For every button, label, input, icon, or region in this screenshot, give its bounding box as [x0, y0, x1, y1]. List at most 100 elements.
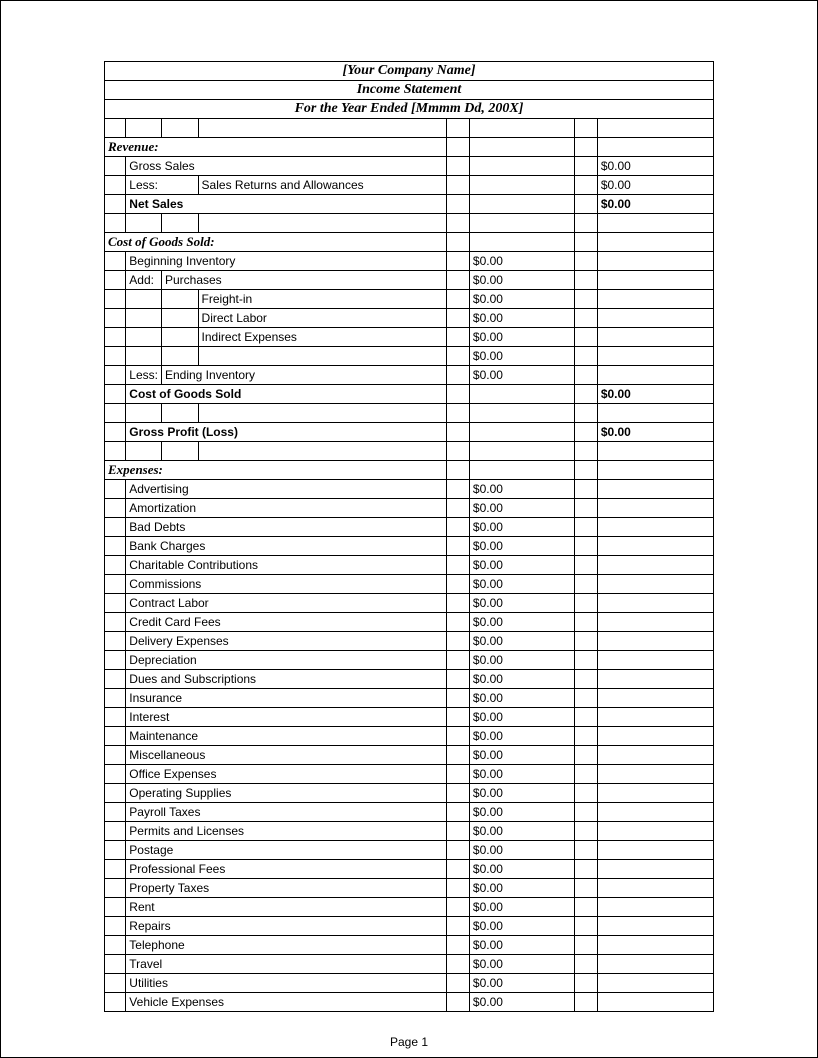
- cogs-total-row: Cost of Goods Sold $0.00: [105, 385, 714, 404]
- expense-label: Payroll Taxes: [126, 803, 446, 822]
- expense-label: Vehicle Expenses: [126, 993, 446, 1012]
- expense-row: Office Expenses$0.00: [105, 765, 714, 784]
- expense-label: Bank Charges: [126, 537, 446, 556]
- expense-label: Telephone: [126, 936, 446, 955]
- spacer-row: [105, 442, 714, 461]
- page: [Your Company Name] Income Statement For…: [0, 0, 818, 1058]
- expense-label: Repairs: [126, 917, 446, 936]
- expense-row: Utilities$0.00: [105, 974, 714, 993]
- expense-value: $0.00: [469, 860, 574, 879]
- cogs-total-label: Cost of Goods Sold: [126, 385, 446, 404]
- expense-label: Miscellaneous: [126, 746, 446, 765]
- expense-row: Operating Supplies $0.00: [105, 784, 714, 803]
- spacer-row: [105, 214, 714, 233]
- expense-row: Repairs $0.00: [105, 917, 714, 936]
- expense-label: Operating Supplies: [126, 784, 446, 803]
- expense-value: $0.00: [469, 556, 574, 575]
- expense-label: Maintenance: [126, 727, 446, 746]
- cogs-total-value: $0.00: [597, 385, 713, 404]
- expense-row: Insurance$0.00: [105, 689, 714, 708]
- expense-row: Property Taxes$0.00: [105, 879, 714, 898]
- add-label: Add:: [126, 271, 162, 290]
- expense-value: $0.00: [469, 727, 574, 746]
- expense-label: Delivery Expenses: [126, 632, 446, 651]
- gross-profit-value: $0.00: [597, 423, 713, 442]
- expense-value: $0.00: [469, 917, 574, 936]
- expense-row: Miscellaneous$0.00: [105, 746, 714, 765]
- expense-value: $0.00: [469, 765, 574, 784]
- company-name-row: [Your Company Name]: [105, 62, 714, 81]
- expense-row: Postage$0.00: [105, 841, 714, 860]
- expense-value: $0.00: [469, 879, 574, 898]
- revenue-header-row: Revenue:: [105, 138, 714, 157]
- expense-row: Commissions $0.00: [105, 575, 714, 594]
- expense-label: Dues and Subscriptions: [126, 670, 446, 689]
- beginning-inventory-label: Beginning Inventory: [126, 252, 446, 271]
- net-sales-label: Net Sales: [126, 195, 446, 214]
- expense-label: Charitable Contributions: [126, 556, 446, 575]
- expense-label: Commissions: [126, 575, 446, 594]
- expenses-header-row: Expenses:: [105, 461, 714, 480]
- expense-label: Credit Card Fees: [126, 613, 446, 632]
- expense-label: Bad Debts: [126, 518, 446, 537]
- expense-value: $0.00: [469, 784, 574, 803]
- expense-label: Contract Labor: [126, 594, 446, 613]
- statement-title: Income Statement: [105, 81, 714, 100]
- expense-value: $0.00: [469, 575, 574, 594]
- gross-profit-label: Gross Profit (Loss): [126, 423, 446, 442]
- cogs-less-label: Less:: [126, 366, 162, 385]
- indirect-expenses-row: Indirect Expenses $0.00: [105, 328, 714, 347]
- gross-sales-value: $0.00: [597, 157, 713, 176]
- expense-value: $0.00: [469, 993, 574, 1012]
- expense-label: Rent: [126, 898, 446, 917]
- indirect-expenses-label: Indirect Expenses: [198, 328, 446, 347]
- freight-in-label: Freight-in: [198, 290, 446, 309]
- expense-row: Contract Labor $0.00: [105, 594, 714, 613]
- statement-period: For the Year Ended [Mmmm Dd, 200X]: [105, 100, 714, 119]
- expense-label: Insurance: [126, 689, 446, 708]
- period-row: For the Year Ended [Mmmm Dd, 200X]: [105, 100, 714, 119]
- sales-returns-row: Less: Sales Returns and Allowances $0.00: [105, 176, 714, 195]
- expense-value: $0.00: [469, 594, 574, 613]
- expense-label: Advertising: [126, 480, 446, 499]
- expense-value: $0.00: [469, 632, 574, 651]
- expense-row: Dues and Subscriptions$0.00: [105, 670, 714, 689]
- expense-label: Depreciation: [126, 651, 446, 670]
- expense-row: Charitable Contributions $0.00: [105, 556, 714, 575]
- company-name: [Your Company Name]: [105, 62, 714, 81]
- expense-row: Advertising $0.00: [105, 480, 714, 499]
- income-statement-table: [Your Company Name] Income Statement For…: [104, 61, 714, 1012]
- expense-row: Credit Card Fees$0.00: [105, 613, 714, 632]
- purchases-row: Add: Purchases $0.00: [105, 271, 714, 290]
- expense-row: Bad Debts$0.00: [105, 518, 714, 537]
- ending-inventory-label: Ending Inventory: [161, 366, 446, 385]
- direct-labor-value: $0.00: [469, 309, 574, 328]
- expense-value: $0.00: [469, 708, 574, 727]
- expense-row: Depreciation$0.00: [105, 651, 714, 670]
- expense-row: Delivery Expenses $0.00: [105, 632, 714, 651]
- direct-labor-label: Direct Labor: [198, 309, 446, 328]
- expense-label: Permits and Licenses: [126, 822, 446, 841]
- freight-in-value: $0.00: [469, 290, 574, 309]
- expense-label: Interest: [126, 708, 446, 727]
- expense-label: Amortization: [126, 499, 446, 518]
- cogs-header-row: Cost of Goods Sold:: [105, 233, 714, 252]
- expense-label: Professional Fees: [126, 860, 446, 879]
- expense-value: $0.00: [469, 822, 574, 841]
- expense-row: Travel$0.00: [105, 955, 714, 974]
- cogs-subtotal-value: $0.00: [469, 347, 574, 366]
- title-row: Income Statement: [105, 81, 714, 100]
- revenue-label: Revenue:: [105, 138, 447, 157]
- expenses-label: Expenses:: [105, 461, 447, 480]
- expense-row: Amortization $0.00: [105, 499, 714, 518]
- direct-labor-row: Direct Labor $0.00: [105, 309, 714, 328]
- purchases-label: Purchases: [161, 271, 446, 290]
- expense-value: $0.00: [469, 898, 574, 917]
- expense-value: $0.00: [469, 480, 574, 499]
- expense-value: $0.00: [469, 499, 574, 518]
- less-label: Less:: [126, 176, 198, 195]
- spacer-row: [105, 404, 714, 423]
- expense-label: Travel: [126, 955, 446, 974]
- expense-value: $0.00: [469, 974, 574, 993]
- expense-row: Payroll Taxes$0.00: [105, 803, 714, 822]
